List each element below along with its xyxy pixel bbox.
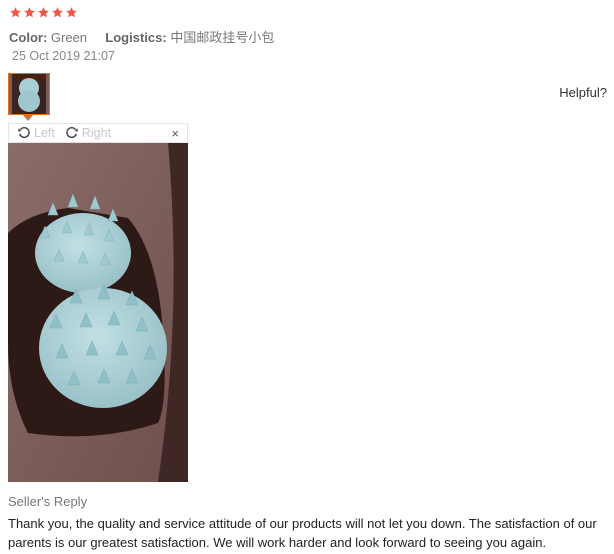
logistics-value: 中国邮政挂号小包 [170,30,275,45]
review-date: 25 Oct 2019 21:07 [12,49,115,63]
close-viewer-button[interactable]: × [171,126,179,141]
seller-reply-title: Seller's Reply [8,494,88,509]
star-icon [38,7,49,18]
seller-reply-text: Thank you, the quality and service attit… [8,516,597,550]
helpful-link[interactable]: Helpful? [559,85,607,100]
thumbnail-pointer [23,115,33,121]
rotate-right-button[interactable]: Right [65,126,111,140]
color-label: Color: [9,30,48,45]
photo-thumbnail[interactable] [8,73,50,115]
review-attributes: Color: Green Logistics: 中国邮政挂号小包 [9,27,274,46]
rotate-right-label: Right [81,126,112,140]
rating-stars [9,6,78,19]
rotate-left-label: Left [34,126,55,140]
star-icon [10,7,21,18]
logistics-label: Logistics: [105,30,167,45]
star-icon [66,7,77,18]
rotate-right-icon [66,127,78,138]
review-photo [8,143,188,482]
star-icon [52,7,63,18]
star-icon [24,7,35,18]
color-value: Green [50,30,88,45]
rotate-left-icon [18,127,30,138]
image-viewer-toolbar: Left Right × [8,123,188,143]
rotate-left-button[interactable]: Left [17,126,55,140]
thumbnail-image [9,74,49,114]
